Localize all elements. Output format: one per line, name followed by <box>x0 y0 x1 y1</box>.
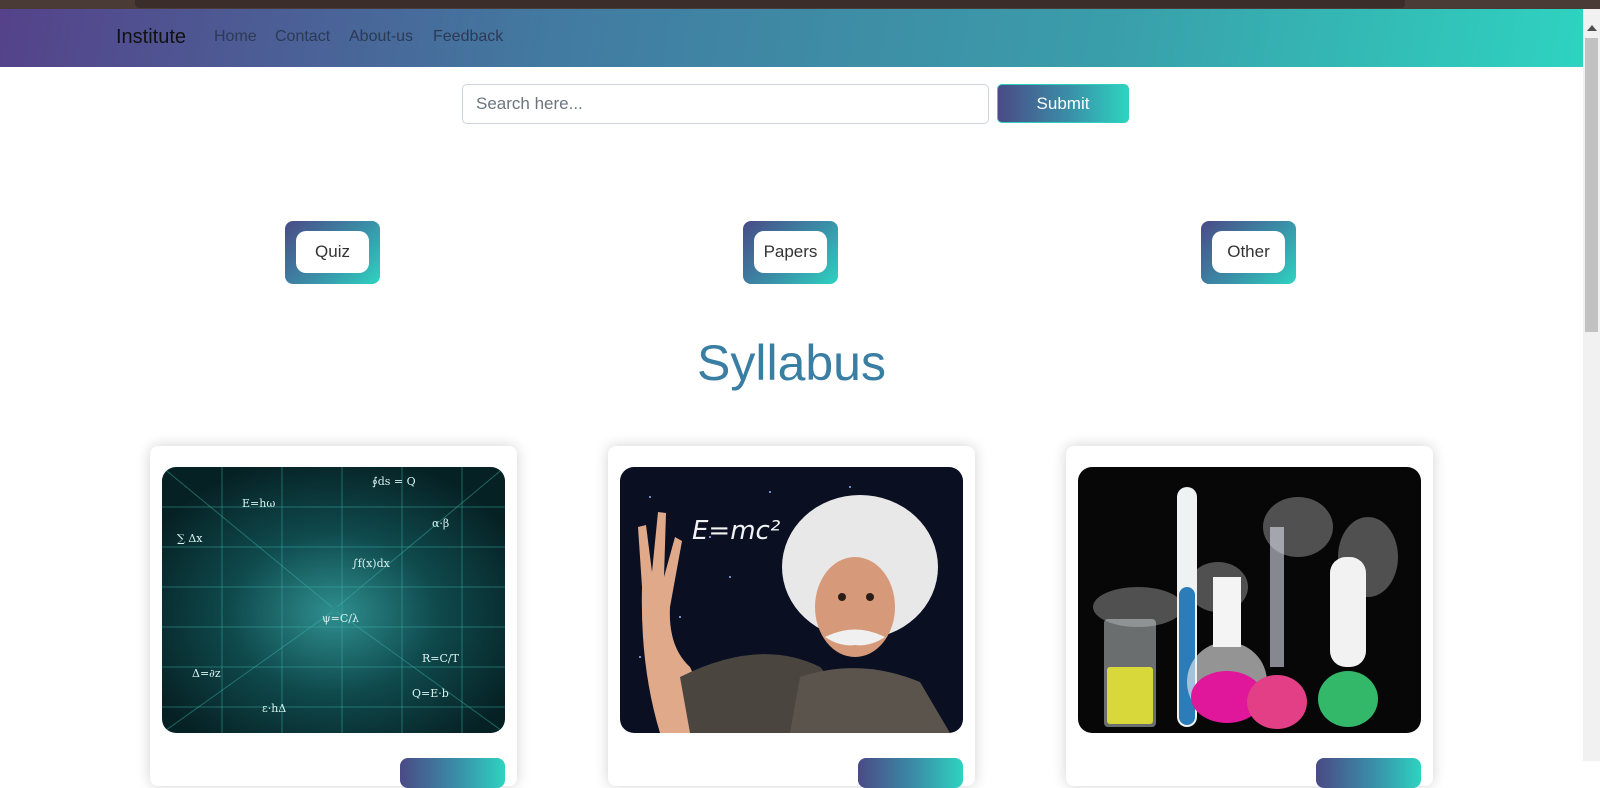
svg-text:E=hω: E=hω <box>242 497 275 510</box>
scrollbar-thumb[interactable] <box>1585 38 1598 332</box>
search-input[interactable] <box>462 84 989 124</box>
submit-button[interactable]: Submit <box>997 84 1129 123</box>
einstein-physics-image: E=mc² <box>620 467 963 733</box>
nav-feedback[interactable]: Feedback <box>433 28 503 46</box>
svg-text:Q=E·b: Q=E·b <box>412 687 449 700</box>
syllabus-card-math: ∮ds = Q E=hω ∑ Δx ∫f(x)dx ψ=C/λ R=C/T Δ=∂z ε… <box>150 446 517 788</box>
section-title: Syllabus <box>697 335 886 391</box>
nav-contact[interactable]: Contact <box>275 28 330 46</box>
svg-text:R=C/T: R=C/T <box>422 652 460 665</box>
svg-text:ψ=C/λ: ψ=C/λ <box>322 612 359 625</box>
chemistry-flasks-image <box>1078 467 1421 733</box>
math-card-button[interactable] <box>400 758 505 788</box>
nav-home[interactable]: Home <box>214 28 257 46</box>
syllabus-card-physics: E=mc² <box>608 446 975 788</box>
brand-logo[interactable]: Institute <box>116 26 186 49</box>
svg-text:∫f(x)dx: ∫f(x)dx <box>352 557 391 570</box>
svg-text:∮ds = Q: ∮ds = Q <box>372 475 416 488</box>
papers-button[interactable]: Papers <box>743 221 838 284</box>
math-equations-image: ∮ds = Q E=hω ∑ Δx ∫f(x)dx ψ=C/λ R=C/T Δ=∂z ε… <box>162 467 505 733</box>
browser-top-strip-inner <box>135 0 1405 8</box>
papers-label: Papers <box>754 231 827 273</box>
svg-text:α·β: α·β <box>432 517 449 530</box>
quiz-button[interactable]: Quiz <box>285 221 380 284</box>
other-button[interactable]: Other <box>1201 221 1296 284</box>
svg-text:ε·hΔ: ε·hΔ <box>262 702 286 715</box>
scrollbar[interactable] <box>1583 9 1600 761</box>
quiz-label: Quiz <box>296 231 369 273</box>
svg-text:E=mc²: E=mc² <box>692 516 780 546</box>
syllabus-card-chemistry <box>1066 446 1433 788</box>
navbar: Institute Home Contact About-us Feedback <box>0 9 1583 67</box>
other-label: Other <box>1212 231 1285 273</box>
chemistry-card-button[interactable] <box>1316 758 1421 788</box>
browser-top-strip <box>0 0 1600 9</box>
nav-about-us[interactable]: About-us <box>349 28 413 46</box>
scroll-up-arrow-icon[interactable] <box>1587 25 1597 31</box>
svg-text:Δ=∂z: Δ=∂z <box>192 667 221 680</box>
physics-card-button[interactable] <box>858 758 963 788</box>
svg-text:∑ Δx: ∑ Δx <box>177 532 203 545</box>
